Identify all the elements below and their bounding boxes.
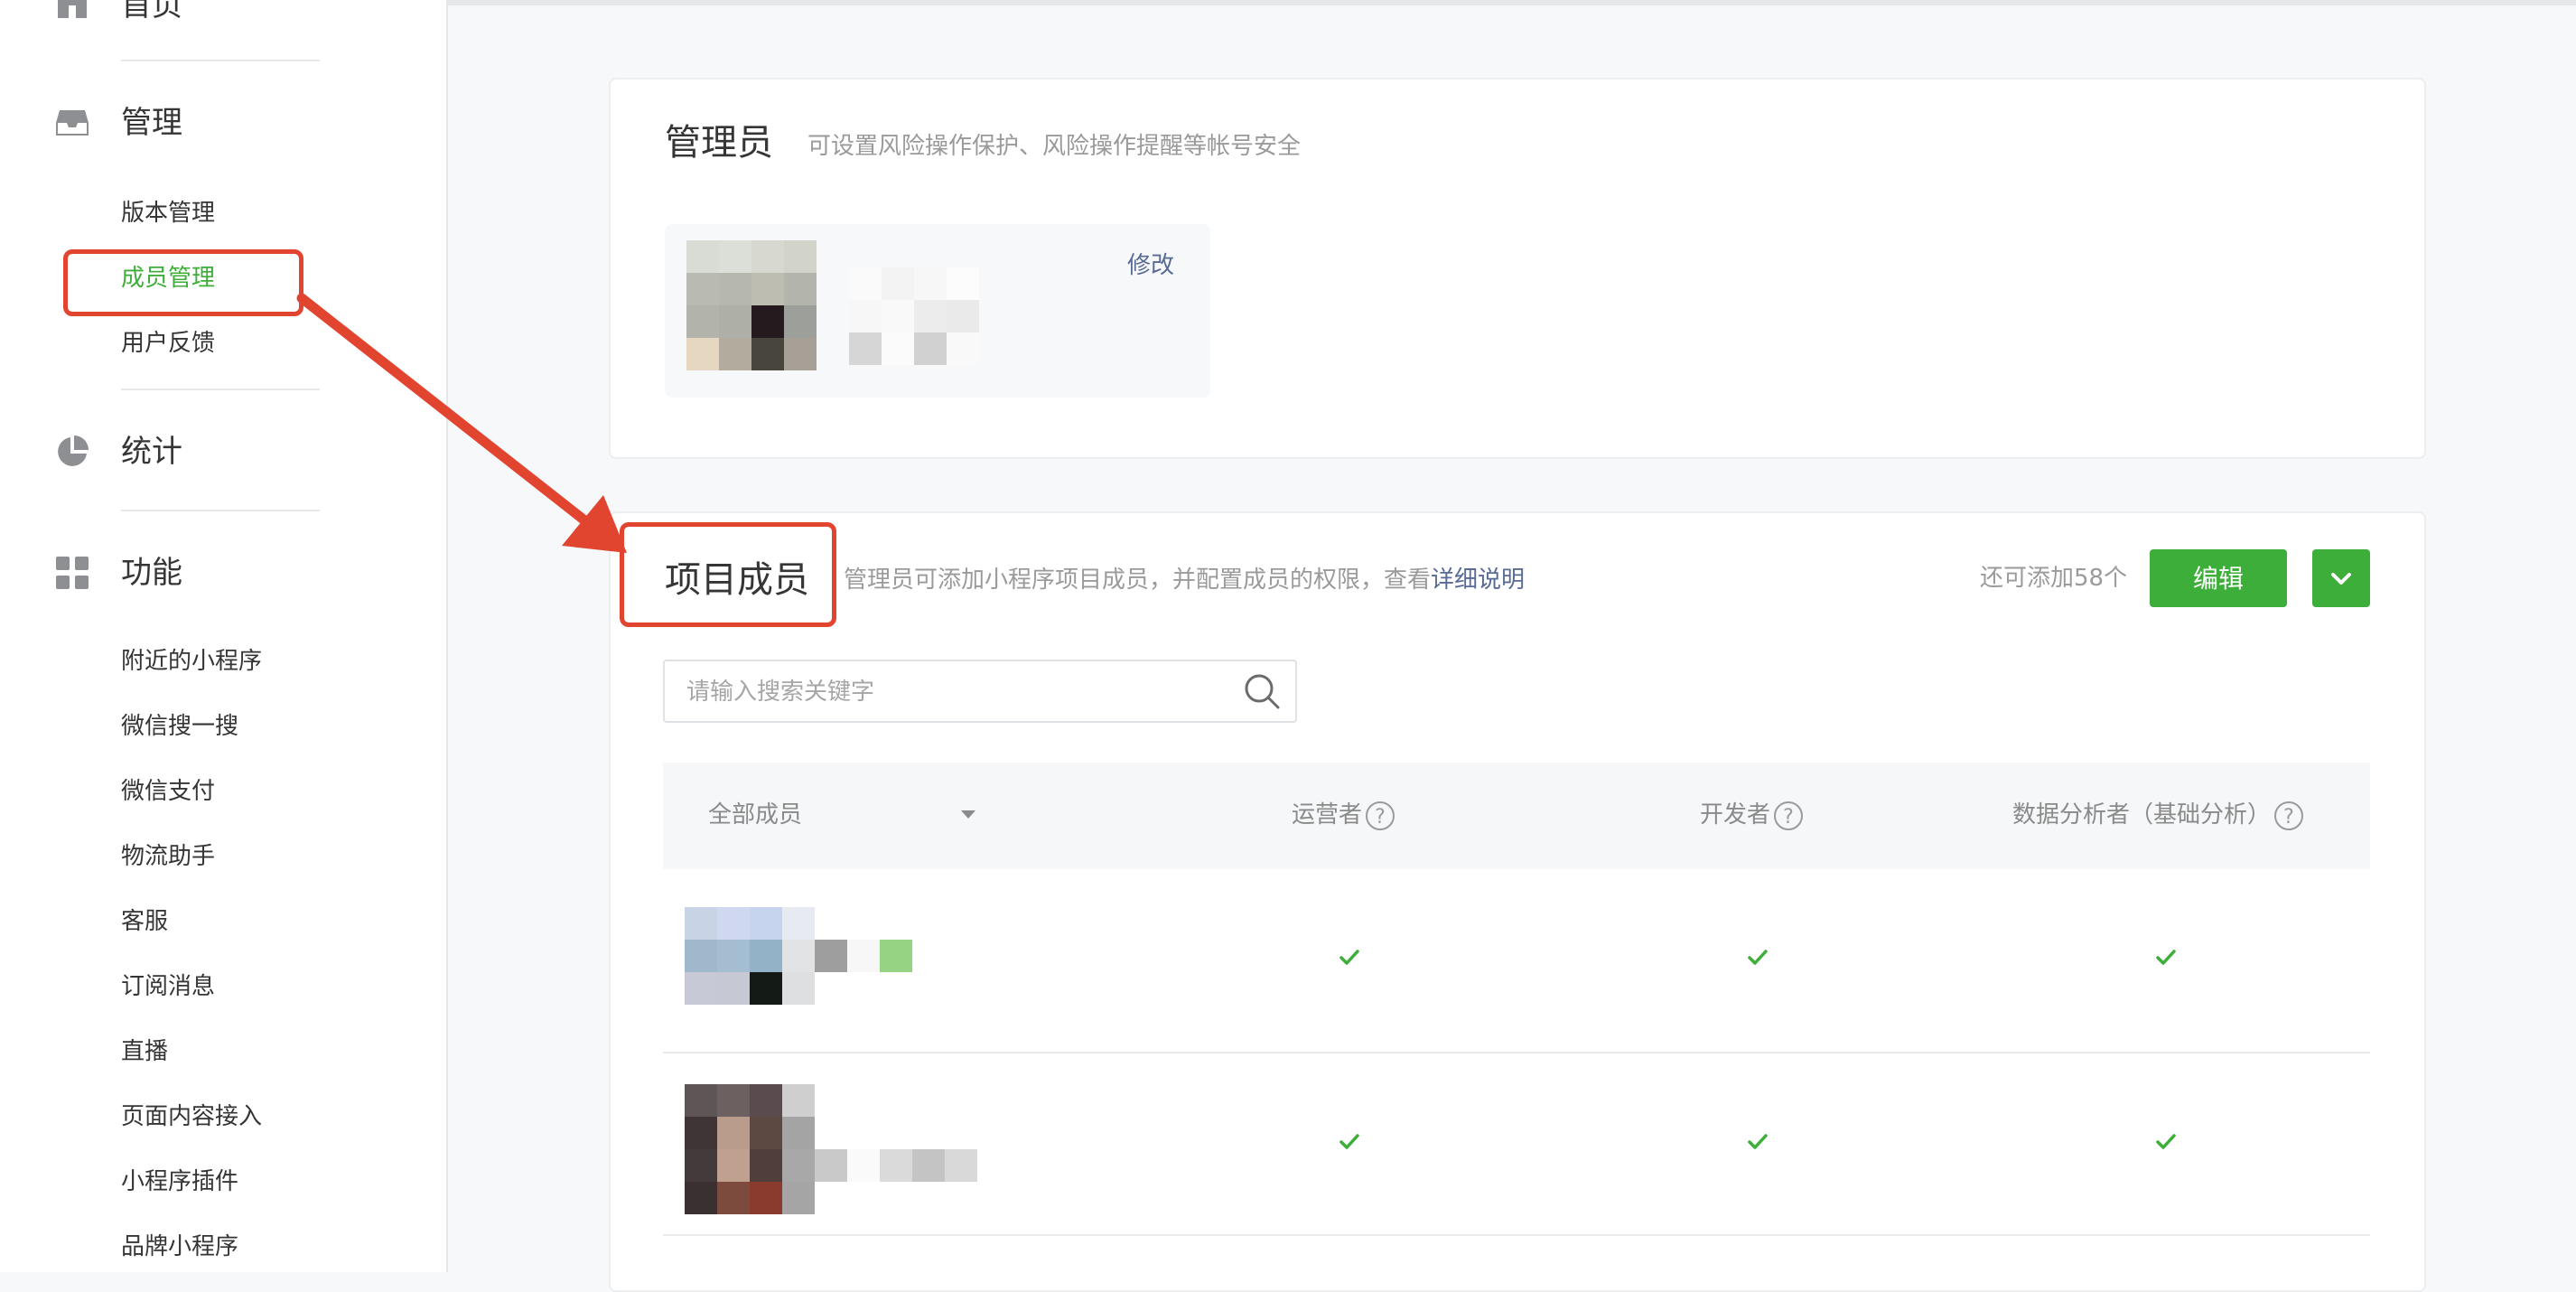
grid-icon: [56, 557, 89, 589]
member-filter-label: 全部成员: [708, 801, 803, 829]
table-header: 全部成员 运营者? 开发者? 数据分析者（基础分析）?: [663, 763, 2370, 869]
pie-chart-icon: [58, 435, 89, 466]
member-name-blurred: [815, 1149, 945, 1182]
check-icon: [2156, 1134, 2176, 1149]
sidebar-section-features[interactable]: 功能: [121, 551, 182, 595]
chevron-down-icon: [2331, 573, 2351, 585]
column-developer-label: 开发者: [1700, 801, 1771, 829]
admin-card-description: 可设置风险操作保护、风险操作提醒等帐号安全: [807, 133, 1302, 160]
help-icon[interactable]: ?: [2274, 800, 2304, 830]
sidebar-divider: [121, 510, 320, 511]
sidebar-divider: [121, 60, 320, 61]
check-icon: [1339, 1134, 1359, 1149]
sidebar: 首页 管理 版本管理 成员管理 用户反馈 统计 功能 附近的小程序 微信搜一搜 …: [0, 0, 448, 1272]
sidebar-item-brand-miniprogram[interactable]: 品牌小程序: [121, 1229, 238, 1265]
avatar: [685, 907, 815, 1005]
admin-card: 管理员 可设置风险操作保护、风险操作提醒等帐号安全 修改: [609, 78, 2426, 459]
avatar: [685, 1084, 815, 1214]
admin-name-blurred: [849, 267, 979, 365]
member-name-blurred: [815, 940, 912, 972]
member-filter-dropdown[interactable]: 全部成员: [708, 797, 802, 833]
sidebar-item-nearby-miniprogram[interactable]: 附近的小程序: [121, 643, 262, 679]
modify-admin-link[interactable]: 修改: [1127, 248, 1174, 284]
check-icon: [1748, 950, 1768, 965]
project-members-card: 项目成员 管理员可添加小程序项目成员，并配置成员的权限，查看详细说明 还可添加5…: [609, 511, 2426, 1292]
edit-button[interactable]: 编辑: [2150, 549, 2287, 607]
table-row: [663, 1053, 2370, 1234]
inbox-icon: [56, 110, 89, 136]
member-name-blurred: [945, 1149, 977, 1182]
sidebar-item-live[interactable]: 直播: [121, 1034, 168, 1070]
sidebar-item-wechat-pay[interactable]: 微信支付: [121, 773, 215, 810]
sidebar-section-statistics[interactable]: 统计: [121, 430, 182, 473]
search-icon[interactable]: [1243, 672, 1281, 710]
search-input[interactable]: [685, 661, 1230, 723]
highlight-project-members: [620, 522, 836, 627]
sidebar-item-wechat-search[interactable]: 微信搜一搜: [121, 708, 238, 744]
row-divider: [663, 1234, 2370, 1236]
sidebar-item-customer-service[interactable]: 客服: [121, 903, 168, 940]
sidebar-divider: [121, 389, 320, 390]
column-developer: 开发者?: [1700, 797, 1804, 833]
project-members-description: 管理员可添加小程序项目成员，并配置成员的权限，查看详细说明: [844, 562, 1525, 598]
details-link[interactable]: 详细说明: [1431, 566, 1525, 594]
more-options-button[interactable]: [2312, 549, 2370, 607]
highlight-member-management: [63, 249, 303, 316]
column-analyst: 数据分析者（基础分析）?: [2012, 797, 2304, 833]
check-icon: [2156, 950, 2176, 965]
check-icon: [1339, 950, 1359, 965]
sidebar-item-version-management[interactable]: 版本管理: [121, 195, 215, 231]
sidebar-item-plugin[interactable]: 小程序插件: [121, 1164, 238, 1200]
sidebar-item-logistics[interactable]: 物流助手: [121, 838, 215, 875]
check-icon: [1748, 1134, 1768, 1149]
help-icon[interactable]: ?: [1774, 800, 1804, 830]
sidebar-item-user-feedback[interactable]: 用户反馈: [121, 325, 215, 361]
sidebar-section-manage[interactable]: 管理: [121, 101, 182, 145]
avatar: [686, 240, 817, 370]
caret-down-icon[interactable]: [959, 808, 977, 820]
column-operator-label: 运营者: [1292, 801, 1363, 829]
admin-card-title: 管理员: [665, 122, 773, 164]
description-text: 管理员可添加小程序项目成员，并配置成员的权限，查看: [844, 566, 1432, 594]
remaining-quota: 还可添加58个: [1980, 565, 2128, 592]
help-icon[interactable]: ?: [1366, 800, 1395, 830]
admin-profile-tile: 修改: [665, 224, 1210, 398]
sidebar-item-subscribe-message[interactable]: 订阅消息: [121, 969, 215, 1005]
column-analyst-label: 数据分析者（基础分析）: [2012, 801, 2272, 829]
sidebar-item-home[interactable]: 首页: [121, 0, 182, 27]
home-icon: [58, 0, 87, 18]
member-search[interactable]: [663, 660, 1297, 723]
sidebar-item-page-content[interactable]: 页面内容接入: [121, 1099, 262, 1135]
table-row: [663, 869, 2370, 1052]
column-operator: 运营者?: [1292, 797, 1395, 833]
